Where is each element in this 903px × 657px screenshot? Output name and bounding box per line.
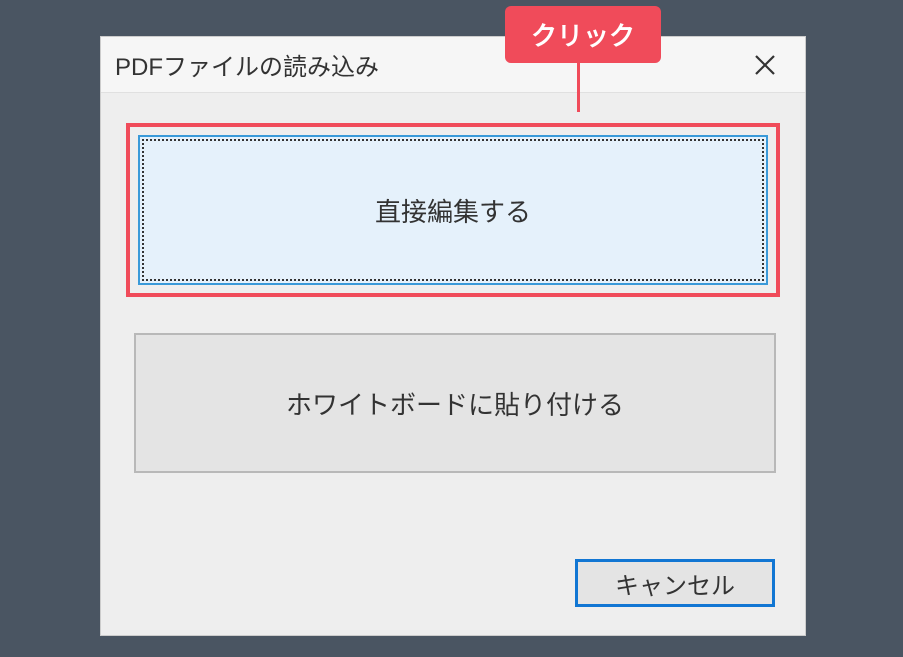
pdf-import-dialog: PDFファイルの読み込み 直接編集する ホワイトボードに貼り付ける キャンセル (100, 36, 806, 636)
direct-edit-label: 直接編集する (375, 192, 531, 229)
callout-pointer-line (577, 58, 580, 112)
direct-edit-button[interactable]: 直接編集する (138, 135, 768, 285)
cancel-button[interactable]: キャンセル (575, 559, 775, 607)
click-callout: クリック (505, 6, 661, 63)
dialog-titlebar: PDFファイルの読み込み (101, 37, 805, 93)
highlight-annotation: 直接編集する (126, 123, 780, 297)
dialog-content: 直接編集する ホワイトボードに貼り付ける (101, 93, 805, 493)
callout-label: クリック (505, 6, 661, 63)
close-icon (753, 53, 777, 77)
close-button[interactable] (739, 41, 791, 89)
dialog-title: PDFファイルの読み込み (115, 47, 379, 82)
paste-whiteboard-label: ホワイトボードに貼り付ける (286, 385, 624, 422)
cancel-label: キャンセル (615, 566, 735, 601)
paste-whiteboard-button[interactable]: ホワイトボードに貼り付ける (134, 333, 776, 473)
